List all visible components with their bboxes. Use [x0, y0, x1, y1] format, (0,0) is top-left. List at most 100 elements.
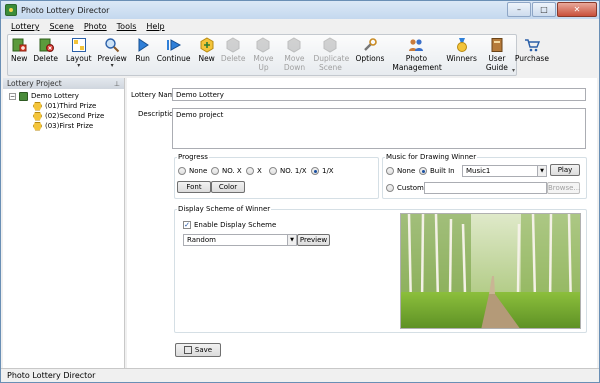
app-window: Photo Lottery Director – □ ✕ Lottery Sce… — [0, 0, 600, 383]
play-icon — [135, 37, 151, 53]
tree-root-label: Demo Lottery — [31, 92, 79, 100]
move-down-label: Move Down — [283, 54, 306, 72]
new-lottery-button[interactable]: New — [8, 37, 30, 75]
app-logo-icon — [5, 4, 17, 16]
pin-icon[interactable]: ⊥ — [114, 79, 120, 90]
continue-label: Continue — [156, 54, 191, 63]
lottery-form: Lottery Name Demo Lottery Description De… — [127, 78, 597, 368]
maximize-button[interactable]: □ — [532, 2, 556, 17]
progress-none-radio[interactable]: None — [178, 167, 207, 175]
people-icon — [408, 37, 424, 53]
purchase-button[interactable]: Purchase — [512, 37, 552, 75]
checkbox-label: Enable Display Scheme — [194, 221, 277, 229]
scheme-preview-image — [400, 213, 581, 329]
menu-tools[interactable]: Tools — [117, 22, 137, 31]
radio-selected-icon — [419, 167, 427, 175]
options-label: Options — [355, 54, 385, 63]
save-icon — [183, 346, 192, 354]
continue-button[interactable]: Continue — [154, 37, 194, 75]
run-button[interactable]: Run — [132, 37, 154, 75]
new-lottery-icon — [11, 37, 27, 53]
chevron-down-icon[interactable]: ▼ — [537, 166, 546, 176]
progress-x-radio[interactable]: X — [246, 167, 262, 175]
window-title: Photo Lottery Director — [21, 5, 110, 15]
progress-no-1x-radio[interactable]: NO. 1/X — [269, 167, 307, 175]
radio-label: Built In — [430, 167, 455, 175]
menu-bar: Lottery Scene Photo Tools Help — [1, 19, 599, 34]
medal-icon — [454, 37, 470, 53]
enable-display-scheme-checkbox[interactable]: ✓ Enable Display Scheme — [183, 221, 276, 229]
cart-icon — [524, 37, 540, 53]
lottery-name-input[interactable]: Demo Lottery — [172, 88, 586, 101]
description-textarea[interactable]: Demo project — [172, 108, 586, 149]
music-builtin-radio[interactable]: Built In — [419, 167, 455, 175]
menu-photo[interactable]: Photo — [84, 22, 107, 31]
radio-label: Custom — [397, 184, 424, 192]
music-group-title: Music for Drawing Winner — [385, 153, 478, 161]
delete-scene-label: Delete — [220, 54, 246, 63]
book-icon — [489, 37, 505, 53]
tree-item-label: (01)Third Prize — [45, 102, 97, 110]
collapse-icon[interactable]: − — [9, 92, 16, 100]
new-scene-button[interactable]: New — [195, 37, 217, 75]
radio-label: None — [397, 167, 416, 175]
radio-icon — [386, 167, 394, 175]
menu-help[interactable]: Help — [146, 22, 164, 31]
user-guide-label: User Guide — [485, 54, 508, 72]
menu-lottery[interactable]: Lottery — [11, 22, 39, 31]
display-scheme-select[interactable]: Random ▼ — [183, 234, 297, 246]
chevron-down-icon[interactable]: ▼ — [287, 235, 296, 245]
winners-button[interactable]: Winners — [443, 37, 479, 75]
save-button[interactable]: Save — [175, 343, 221, 357]
delete-scene-button[interactable]: Delete — [218, 37, 249, 75]
status-text: Photo Lottery Director — [7, 371, 96, 380]
tree-root-item[interactable]: − Demo Lottery — [3, 91, 124, 101]
color-button[interactable]: Color — [211, 181, 245, 193]
radio-icon — [269, 167, 277, 175]
options-button[interactable]: Options — [352, 37, 387, 75]
tree-item[interactable]: (02)Second Prize — [3, 111, 124, 121]
preview-button[interactable]: Preview ▾ — [95, 37, 130, 75]
radio-icon — [386, 184, 394, 192]
display-scheme-value: Random — [187, 236, 216, 244]
lottery-icon — [19, 91, 28, 101]
move-down-button[interactable]: Move Down — [278, 37, 310, 75]
panel-header: Lottery Project ⊥ — [3, 78, 124, 89]
delete-lottery-button[interactable]: Delete — [30, 37, 61, 75]
layout-button[interactable]: Layout ▾ — [63, 37, 95, 75]
progress-1x-radio[interactable]: 1/X — [311, 167, 334, 175]
duplicate-scene-label: Duplicate Scene — [313, 54, 350, 72]
play-button[interactable]: Play — [550, 164, 580, 176]
tree-item-label: (03)First Prize — [45, 122, 94, 130]
menu-scene[interactable]: Scene — [49, 22, 73, 31]
new-scene-icon — [199, 37, 215, 53]
font-button[interactable]: Font — [177, 181, 211, 193]
new-scene-label: New — [198, 54, 215, 63]
scheme-preview-button[interactable]: Preview — [297, 234, 330, 246]
tree-item[interactable]: (01)Third Prize — [3, 101, 124, 111]
radio-icon — [211, 167, 219, 175]
music-custom-radio[interactable]: Custom — [386, 184, 424, 192]
progress-no-x-radio[interactable]: NO. X — [211, 167, 242, 175]
toolbar-overflow-icon[interactable]: ▾ — [512, 67, 515, 74]
photo-management-button[interactable]: Photo Management — [389, 37, 443, 75]
duplicate-scene-icon — [322, 37, 338, 53]
progress-group-title: Progress — [177, 153, 209, 161]
close-button[interactable]: ✕ — [557, 2, 597, 17]
run-label: Run — [135, 54, 150, 63]
custom-music-path-input[interactable] — [424, 182, 547, 194]
preview-dropdown-icon: ▾ — [110, 62, 114, 69]
browse-button[interactable]: Browse... — [547, 182, 580, 194]
music-none-radio[interactable]: None — [386, 167, 415, 175]
photo-management-label: Photo Management — [392, 54, 442, 72]
save-label: Save — [194, 346, 213, 354]
music-select[interactable]: Music1 ▼ — [462, 165, 547, 177]
tree-item[interactable]: (03)First Prize — [3, 121, 124, 131]
move-up-button[interactable]: Move Up — [248, 37, 278, 75]
radio-icon — [246, 167, 254, 175]
user-guide-button[interactable]: User Guide — [482, 37, 512, 75]
minimize-button[interactable]: – — [507, 2, 531, 17]
delete-lottery-label: Delete — [33, 54, 59, 63]
duplicate-scene-button[interactable]: Duplicate Scene — [310, 37, 350, 75]
delete-scene-icon — [225, 37, 241, 53]
